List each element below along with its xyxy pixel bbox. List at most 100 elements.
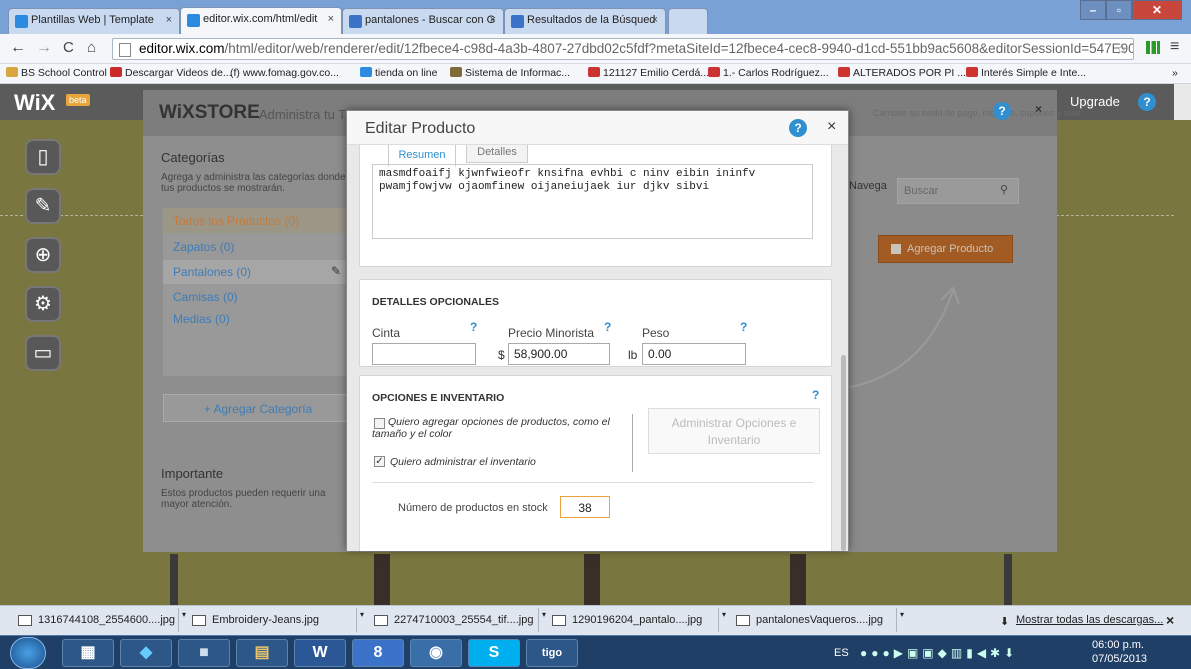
download-item[interactable]: Embroidery-Jeans.jpg ▾: [186, 608, 368, 632]
ribbon-input[interactable]: [372, 343, 476, 365]
forward-arrow-icon[interactable]: →: [36, 39, 52, 57]
bookmark-item[interactable]: 1.- Carlos Rodríguez...: [708, 67, 829, 79]
tab-plantillas[interactable]: Plantillas Web | Template ×: [8, 8, 180, 34]
category-item-camisas[interactable]: Camisas (0): [173, 290, 238, 304]
tab-close-icon[interactable]: ×: [166, 14, 172, 26]
image-file-icon: [18, 615, 32, 626]
upgrade-link[interactable]: Upgrade: [1070, 94, 1120, 109]
start-button-icon[interactable]: [10, 637, 46, 669]
skype-icon[interactable]: S: [468, 639, 520, 667]
tray-icons[interactable]: ●●●▶▣▣◆▥▮◀✱⬇: [860, 646, 1018, 660]
manage-options-button[interactable]: Administrar Opciones e Inventario: [648, 408, 820, 454]
bookmark-item[interactable]: tienda on line: [360, 67, 437, 79]
download-item[interactable]: 1290196204_pantalo....jpg ▾: [546, 608, 728, 632]
bookmark-item[interactable]: (f) www.fomag.gov.co...: [230, 67, 339, 79]
bookmark-item[interactable]: Interés Simple e Inte...: [966, 67, 1086, 79]
edit-pencil-icon[interactable]: ✎: [331, 264, 341, 278]
dialog-close-icon[interactable]: ×: [827, 118, 836, 136]
category-item-zapatos[interactable]: Zapatos (0): [173, 240, 234, 254]
close-downloads-icon[interactable]: ×: [1166, 612, 1174, 628]
category-item-all[interactable]: Todos los Productos (0): [163, 208, 353, 233]
add-category-button[interactable]: + Agregar Categoría: [163, 394, 353, 422]
tab-google-search[interactable]: pantalones - Buscar con G ×: [342, 8, 504, 34]
bookmark-item[interactable]: ALTERADOS POR PI ...: [838, 67, 966, 79]
product-search-input[interactable]: Buscar ⚲: [897, 178, 1019, 204]
store-tagline: Administra tu T: [259, 107, 347, 122]
stock-input[interactable]: 38: [560, 496, 610, 518]
dialog-scrollbar[interactable]: [841, 355, 846, 551]
category-item-medias[interactable]: Medias (0): [173, 312, 230, 326]
price-input[interactable]: 58,900.00: [508, 343, 610, 365]
download-item[interactable]: pantalonesVaqueros....jpg ▾: [730, 608, 912, 632]
tab-close-icon[interactable]: ×: [490, 14, 496, 26]
extension-signal-icon[interactable]: [1146, 41, 1160, 54]
inventory-checkbox-label: Quiero administrar el inventario: [390, 456, 536, 468]
add-product-button[interactable]: Agregar Producto: [878, 235, 1013, 263]
tab-close-icon[interactable]: ×: [652, 14, 658, 26]
url-host: editor.wix.com: [139, 41, 225, 56]
download-item[interactable]: 2274710003_25554_tif....jpg ▾: [368, 608, 550, 632]
inventory-help-icon[interactable]: ?: [812, 388, 819, 402]
search-icon[interactable]: ⚲: [1000, 183, 1008, 196]
weight-unit: lb: [628, 348, 638, 362]
word-icon[interactable]: W: [294, 639, 346, 667]
folder-icon[interactable]: ▤: [236, 639, 288, 667]
calculator-icon[interactable]: ▦: [62, 639, 114, 667]
menu-icon[interactable]: ≡: [1170, 38, 1179, 56]
store-close-icon[interactable]: ×: [1035, 102, 1042, 116]
bookmark-item[interactable]: Descargar Videos de...: [110, 67, 232, 79]
inventory-title: OPCIONES E INVENTARIO: [372, 392, 505, 404]
chrome-icon[interactable]: ◉: [410, 639, 462, 667]
tigo-icon[interactable]: tigo: [526, 639, 578, 667]
url-path: /html/editor/web/renderer/edit/12fbece4-…: [224, 41, 1134, 56]
wix-help-icon[interactable]: ?: [1138, 93, 1156, 111]
tab-close-icon[interactable]: ×: [328, 13, 334, 25]
minimize-icon[interactable]: –: [1080, 0, 1106, 20]
bookmark-item[interactable]: Sistema de Informac...: [450, 67, 570, 79]
bookmark-item[interactable]: BS School Control: [6, 67, 107, 79]
navega-label: Navega: [849, 180, 887, 192]
dialog-help-icon[interactable]: ?: [789, 119, 807, 137]
bookmark-item[interactable]: 121127 Emilio Cerdá...: [588, 67, 709, 79]
store-icon[interactable]: ▭: [25, 335, 61, 371]
description-textarea[interactable]: masmdfoaifj kjwnfwieofr knsifna evhbi c …: [372, 164, 813, 239]
new-tab-button[interactable]: [668, 8, 708, 34]
bookmarks-more-icon[interactable]: »: [1172, 67, 1178, 79]
pages-icon[interactable]: ▯: [25, 139, 61, 175]
inventory-checkbox[interactable]: ✓: [374, 456, 385, 467]
tab-search-results[interactable]: Resultados de la Búsqued ×: [504, 8, 666, 34]
show-all-downloads-link[interactable]: Mostrar todas las descargas...: [1016, 614, 1163, 626]
close-window-icon[interactable]: ✕: [1132, 0, 1182, 20]
youtube-icon: [966, 67, 978, 77]
tab-detalles[interactable]: Detalles: [466, 145, 528, 163]
back-arrow-icon[interactable]: ←: [10, 39, 26, 57]
clock-date[interactable]: 07/05/2013: [1092, 653, 1147, 665]
add-icon[interactable]: ⊕: [25, 237, 61, 273]
maximize-icon[interactable]: ▫: [1106, 0, 1132, 20]
weight-help-icon[interactable]: ?: [740, 320, 747, 334]
category-item-pantalones[interactable]: Pantalones (0) ✎: [163, 260, 353, 284]
download-item[interactable]: 1316744108_2554600....jpg ▾: [12, 608, 194, 632]
ribbon-help-icon[interactable]: ?: [470, 320, 477, 334]
tab-wix-editor[interactable]: editor.wix.com/html/edit ×: [180, 7, 342, 34]
dialog-body: Resumen Detalles masmdfoaifj kjwnfwieofr…: [347, 145, 848, 551]
weight-input[interactable]: 0.00: [642, 343, 746, 365]
bookmark-star-icon[interactable]: ☆: [1115, 40, 1128, 58]
store-help-icon[interactable]: ?: [993, 102, 1011, 120]
home-icon[interactable]: ⌂: [87, 39, 96, 56]
design-brush-icon[interactable]: ✎: [25, 188, 61, 224]
dropdown-arrow-icon[interactable]: ▾: [900, 610, 904, 619]
app-icon[interactable]: ◆: [120, 639, 172, 667]
address-bar[interactable]: editor.wix.com/html/editor/web/renderer/…: [112, 38, 1134, 60]
language-indicator[interactable]: ES: [834, 647, 849, 659]
google-icon[interactable]: 8: [352, 639, 404, 667]
price-help-icon[interactable]: ?: [604, 320, 611, 334]
settings-gear-icon[interactable]: ⚙: [25, 286, 61, 322]
clock-time[interactable]: 06:00 p.m.: [1092, 639, 1144, 651]
media-icon[interactable]: ■: [178, 639, 230, 667]
bookmarks-bar: BS School Control Descargar Videos de...…: [0, 64, 1191, 84]
youtube-icon: [708, 67, 720, 77]
dropdown-arrow-icon[interactable]: ▾: [360, 610, 364, 619]
reload-icon[interactable]: C: [63, 39, 74, 56]
dropdown-arrow-icon[interactable]: ▾: [722, 610, 726, 619]
